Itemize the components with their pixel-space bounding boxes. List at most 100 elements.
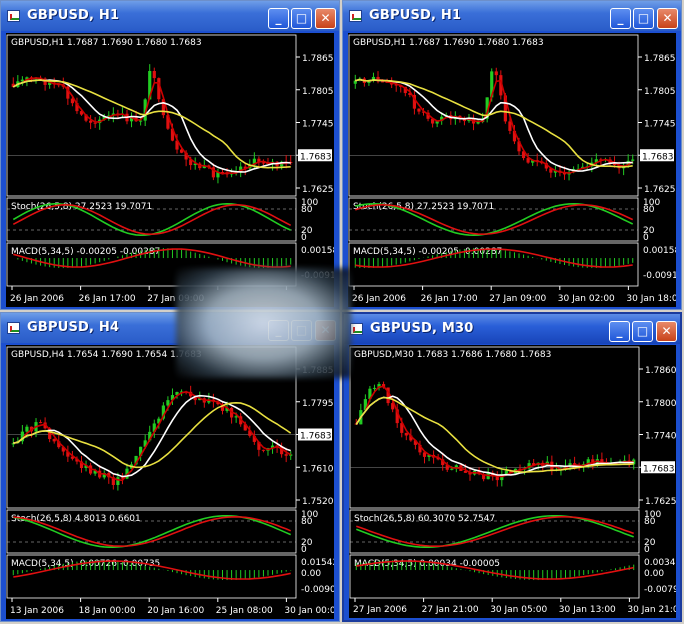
window-titlebar[interactable]: GBPUSD, M30 _ □ ✕ — [344, 314, 680, 344]
macd-tick-label: 0.01542 — [301, 558, 334, 568]
time-tick-label: 26 Jan 17:00 — [421, 294, 478, 304]
chart-window-icon — [7, 322, 20, 334]
chart-area[interactable]: 1.7865 1.7805 1.7745 1.7683 1.7625 GBPUSD,H1 … — [348, 33, 676, 307]
stochastic-tick-label: 0 — [301, 545, 307, 555]
moving-average-mid — [12, 79, 291, 173]
moving-average-slow — [12, 79, 291, 169]
window-titlebar[interactable]: GBPUSD, H1 _ □ ✕ — [1, 1, 339, 31]
macd-label: MACD(5,34,5) 0.00034 -0.00005 — [354, 559, 500, 569]
time-tick-label: 30 Jan 05:00 — [490, 605, 547, 615]
chart-window-gbpusd-h1-right[interactable]: GBPUSD, H1 _ □ ✕ 1.7865 1.7805 1.7745 1.768… — [342, 0, 682, 310]
price-tick-label: 1.7865 — [644, 54, 676, 64]
close-button[interactable]: ✕ — [315, 8, 336, 29]
macd-tick-label: 0.00158 — [643, 246, 676, 256]
price-tick-label: 1.7683 — [300, 432, 332, 442]
time-tick-label: 26 Jan 17:00 — [79, 294, 136, 304]
price-tick-label: 1.7520 — [302, 497, 334, 507]
price-tick-label: 1.7625 — [302, 185, 334, 195]
minimize-button[interactable]: _ — [268, 8, 289, 29]
price-chart-svg[interactable]: 1.7860 1.7800 1.7740 1.7683 1.7625 GBPUSD,M30… — [349, 345, 676, 618]
chart-window-icon — [349, 10, 362, 22]
time-tick-label: 30 Jan 02:00 — [558, 294, 615, 304]
chart-area[interactable]: 1.78851.77951.76831.76101.7520GBPUSD,H4 … — [6, 345, 334, 619]
price-tick-label: 1.7745 — [644, 120, 676, 130]
panel-frame — [6, 34, 297, 197]
moving-average-fast — [355, 385, 634, 478]
stochastic-tick-label: 80 — [301, 517, 313, 527]
time-tick-label: 18 Jan 00:00 — [79, 606, 136, 616]
candle-body — [38, 422, 43, 424]
candle-body — [89, 120, 93, 123]
macd-tick-label: 0.00341 — [644, 558, 676, 568]
candle-body — [25, 426, 29, 432]
chart-area[interactable]: 1.7865 1.7805 1.7745 1.7683 1.7625 GBPUSD,H1 … — [6, 33, 334, 307]
maximize-button[interactable]: □ — [291, 8, 312, 29]
price-chart-svg[interactable]: 1.7865 1.7805 1.7745 1.7683 1.7625 GBPUSD,H1 … — [348, 33, 676, 307]
moving-average-mid — [355, 78, 633, 172]
price-tick-label: 1.7805 — [644, 87, 676, 97]
panel-frame — [348, 34, 639, 197]
minimize-button[interactable]: _ — [610, 8, 631, 29]
moving-average-fast — [13, 390, 292, 482]
window-titlebar[interactable]: GBPUSD, H1 _ □ ✕ — [343, 1, 681, 31]
candle-body — [450, 468, 454, 470]
candle-body — [261, 162, 266, 164]
macd-tick-label: -0.00906 — [301, 585, 334, 595]
time-tick-label: 20 Jan 16:00 — [147, 606, 204, 616]
candle-body — [494, 71, 498, 76]
time-tick-label: 27 Jan 21:00 — [422, 605, 479, 615]
price-tick-label: 1.7625 — [645, 497, 676, 507]
moving-average-fast — [12, 77, 291, 175]
price-tick-label: 1.7683 — [300, 152, 332, 162]
price-tick-label: 1.7740 — [645, 432, 676, 442]
candle-body — [139, 120, 143, 122]
price-tick-label: 1.7745 — [302, 120, 334, 130]
price-chart-svg[interactable]: 1.7865 1.7805 1.7745 1.7683 1.7625 GBPUSD,H1 … — [6, 33, 334, 307]
time-tick-label: 30 Jan 21:00 — [627, 605, 676, 615]
candle-body — [404, 432, 408, 436]
stochastic-label: Stoch(26,5,8) 60.3070 52.7547 — [354, 514, 495, 524]
stochastic-tick-label: 0 — [301, 233, 307, 243]
stochastic-tick-label: 80 — [644, 517, 656, 527]
window-title: GBPUSD, M30 — [370, 321, 474, 336]
macd-tick-label: 0.00 — [644, 569, 664, 579]
time-tick-label: 30 Jan 00:00 — [284, 606, 334, 616]
chart-window-gbpusd-h1-left[interactable]: GBPUSD, H1 _ □ ✕ 1.7865 1.7805 1.7745 1.768… — [0, 0, 340, 310]
candle-body — [52, 439, 56, 442]
time-tick-label: 26 Jan 2006 — [352, 294, 406, 304]
close-button[interactable]: ✕ — [656, 321, 677, 342]
price-tick-label: 1.7683 — [642, 152, 674, 162]
window-title: GBPUSD, H1 — [27, 8, 120, 23]
chart-window-gbpusd-m30[interactable]: GBPUSD, M30 _ □ ✕ 1.7860 1.7800 1.7740 1.76… — [342, 312, 682, 622]
price-chart-svg[interactable]: 1.78851.77951.76831.76101.7520GBPUSD,H4 … — [6, 345, 334, 619]
price-tick-label: 1.7805 — [302, 87, 334, 97]
candle-body — [152, 70, 156, 79]
macd-tick-label: 0.00158 — [301, 246, 334, 256]
price-tick-label: 1.7795 — [302, 399, 334, 409]
chart-window-icon — [350, 323, 363, 335]
time-tick-label: 27 Jan 09:00 — [489, 294, 546, 304]
chart-window-icon — [7, 10, 20, 22]
candle-body — [631, 159, 635, 161]
moving-average-slow — [355, 78, 633, 168]
price-tick-label: 1.7800 — [645, 399, 676, 409]
macd-label: MACD(5,34,5) -0.00205 -0.00287 — [353, 247, 502, 257]
symbol-info-label: GBPUSD,M30 1.7683 1.7686 1.7680 1.7683 — [354, 350, 551, 360]
moving-average-fast — [355, 78, 634, 174]
macd-tick-label: 0.00 — [301, 569, 321, 579]
time-tick-label: 30 Jan 18:00 — [626, 294, 676, 304]
candle-body — [261, 449, 266, 451]
candle-body — [417, 108, 421, 112]
close-button[interactable]: ✕ — [657, 8, 678, 29]
stochastic-tick-label: 80 — [643, 205, 655, 215]
macd-tick-label: -0.00795 — [644, 585, 676, 595]
candle-body — [116, 477, 120, 485]
minimize-button[interactable]: _ — [609, 321, 630, 342]
candle-body — [508, 121, 512, 131]
chart-area[interactable]: 1.7860 1.7800 1.7740 1.7683 1.7625 GBPUSD,M30… — [349, 345, 676, 618]
maximize-button[interactable]: □ — [632, 321, 653, 342]
maximize-button[interactable]: □ — [633, 8, 654, 29]
price-tick-label: 1.7610 — [302, 464, 334, 474]
price-tick-label: 1.7625 — [644, 185, 676, 195]
window-title: GBPUSD, H1 — [369, 8, 462, 23]
